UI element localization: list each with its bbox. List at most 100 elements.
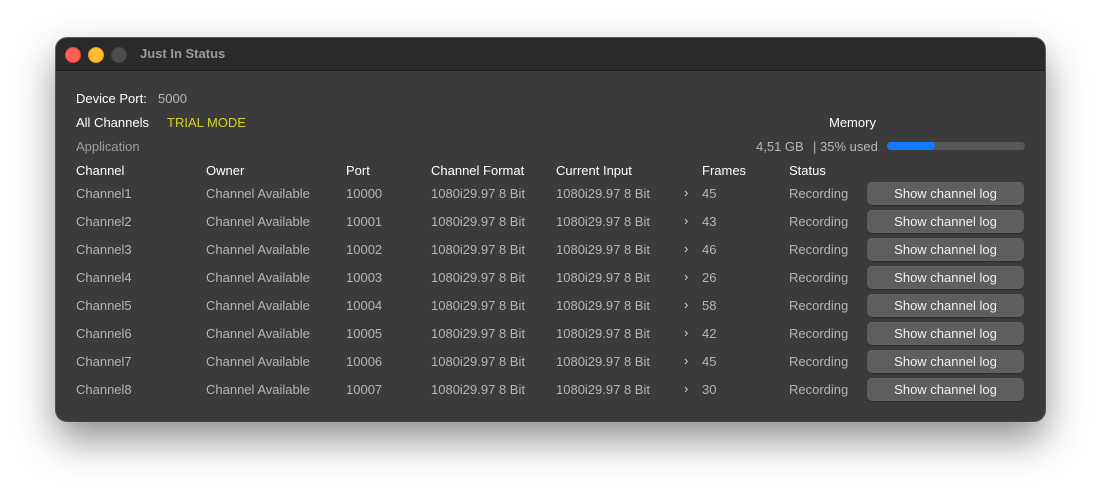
table-row: Channel7 Channel Available 10006 1080i29.97… <box>56 350 1045 374</box>
status-recording: Recording <box>789 242 849 257</box>
channel-port: 10004 <box>346 298 383 313</box>
current-input: 1080i29.97 8 Bit <box>556 214 650 229</box>
status-window: Just In Status Device Port: 5000 All Cha… <box>56 38 1045 421</box>
channel-name: Channel4 <box>76 270 132 285</box>
chevron-right-icon[interactable]: › <box>684 381 688 396</box>
header-channel-format: Channel Format <box>431 163 525 178</box>
channel-name: Channel8 <box>76 382 132 397</box>
status-recording: Recording <box>789 270 849 285</box>
device-port-label: Device Port: <box>76 91 147 106</box>
chevron-right-icon[interactable]: › <box>684 185 688 200</box>
device-port-value: 5000 <box>158 91 187 106</box>
chevron-right-icon[interactable]: › <box>684 241 688 256</box>
channel-format: 1080i29.97 8 Bit <box>431 382 525 397</box>
status-recording: Recording <box>789 382 849 397</box>
current-input: 1080i29.97 8 Bit <box>556 298 650 313</box>
header-status: Status <box>789 163 826 178</box>
channel-format: 1080i29.97 8 Bit <box>431 186 525 201</box>
chevron-right-icon[interactable]: › <box>684 213 688 228</box>
window-title: Just In Status <box>140 46 226 61</box>
show-channel-log-button[interactable]: Show channel log <box>867 350 1024 373</box>
table-row: Channel8 Channel Available 10007 1080i29.97… <box>56 378 1045 402</box>
frame-count: 42 <box>702 326 717 341</box>
frame-count: 46 <box>702 242 717 257</box>
show-channel-log-button[interactable]: Show channel log <box>867 378 1024 401</box>
channel-name: Channel5 <box>76 298 132 313</box>
channel-format: 1080i29.97 8 Bit <box>431 214 525 229</box>
channel-owner: Channel Available <box>206 298 310 313</box>
channel-name: Channel3 <box>76 242 132 257</box>
memory-label: Memory <box>829 115 876 130</box>
trial-mode-badge: TRIAL MODE <box>167 115 246 130</box>
channel-format: 1080i29.97 8 Bit <box>431 270 525 285</box>
table-row: Channel4 Channel Available 10003 1080i29.97… <box>56 266 1045 290</box>
memory-percent: | 35% used <box>813 139 878 154</box>
all-channels-label: All Channels <box>76 115 149 130</box>
header-owner: Owner <box>206 163 245 178</box>
frame-count: 30 <box>702 382 717 397</box>
status-recording: Recording <box>789 326 849 341</box>
channel-owner: Channel Available <box>206 186 310 201</box>
show-channel-log-button[interactable]: Show channel log <box>867 294 1024 317</box>
channel-owner: Channel Available <box>206 214 310 229</box>
channel-owner: Channel Available <box>206 354 310 369</box>
chevron-right-icon[interactable]: › <box>684 353 688 368</box>
channel-port: 10003 <box>346 270 383 285</box>
chevron-right-icon[interactable]: › <box>684 325 688 340</box>
header-port: Port <box>346 163 370 178</box>
status-recording: Recording <box>789 354 849 369</box>
show-channel-log-button[interactable]: Show channel log <box>867 322 1024 345</box>
memory-progress-fill <box>887 142 936 150</box>
channel-name: Channel7 <box>76 354 132 369</box>
channel-format: 1080i29.97 8 Bit <box>431 326 525 341</box>
table-row: Channel1 Channel Available 10000 1080i29.97… <box>56 182 1045 206</box>
channel-port: 10005 <box>346 326 383 341</box>
channel-port: 10001 <box>346 214 383 229</box>
header-channel: Channel <box>76 163 125 178</box>
channel-owner: Channel Available <box>206 270 310 285</box>
show-channel-log-button[interactable]: Show channel log <box>867 238 1024 261</box>
channel-port: 10007 <box>346 382 383 397</box>
frame-count: 43 <box>702 214 717 229</box>
show-channel-log-button[interactable]: Show channel log <box>867 182 1024 205</box>
minimize-window-button[interactable] <box>88 47 104 63</box>
memory-progress-bar <box>887 142 1025 150</box>
channel-owner: Channel Available <box>206 242 310 257</box>
frame-count: 45 <box>702 186 717 201</box>
show-channel-log-button[interactable]: Show channel log <box>867 210 1024 233</box>
channel-format: 1080i29.97 8 Bit <box>431 242 525 257</box>
channel-format: 1080i29.97 8 Bit <box>431 298 525 313</box>
channel-owner: Channel Available <box>206 326 310 341</box>
current-input: 1080i29.97 8 Bit <box>556 270 650 285</box>
channel-name: Channel6 <box>76 326 132 341</box>
zoom-window-button[interactable] <box>111 47 127 63</box>
current-input: 1080i29.97 8 Bit <box>556 242 650 257</box>
current-input: 1080i29.97 8 Bit <box>556 186 650 201</box>
chevron-right-icon[interactable]: › <box>684 269 688 284</box>
title-bar: Just In Status <box>56 38 1045 71</box>
close-window-button[interactable] <box>65 47 81 63</box>
table-row: Channel2 Channel Available 10001 1080i29.97… <box>56 210 1045 234</box>
header-current-input: Current Input <box>556 163 632 178</box>
channel-name: Channel1 <box>76 186 132 201</box>
channel-port: 10000 <box>346 186 383 201</box>
table-row: Channel6 Channel Available 10005 1080i29.97… <box>56 322 1045 346</box>
current-input: 1080i29.97 8 Bit <box>556 326 650 341</box>
frame-count: 58 <box>702 298 717 313</box>
chevron-right-icon[interactable]: › <box>684 297 688 312</box>
application-label: Application <box>76 139 140 154</box>
channel-owner: Channel Available <box>206 382 310 397</box>
header-frames: Frames <box>702 163 747 178</box>
status-recording: Recording <box>789 214 849 229</box>
frame-count: 45 <box>702 354 717 369</box>
show-channel-log-button[interactable]: Show channel log <box>867 266 1024 289</box>
status-recording: Recording <box>789 186 849 201</box>
current-input: 1080i29.97 8 Bit <box>556 382 650 397</box>
channel-port: 10002 <box>346 242 383 257</box>
channel-name: Channel2 <box>76 214 132 229</box>
channel-port: 10006 <box>346 354 383 369</box>
memory-usage: 4,51 GB <box>756 139 804 154</box>
status-recording: Recording <box>789 298 849 313</box>
channel-format: 1080i29.97 8 Bit <box>431 354 525 369</box>
current-input: 1080i29.97 8 Bit <box>556 354 650 369</box>
